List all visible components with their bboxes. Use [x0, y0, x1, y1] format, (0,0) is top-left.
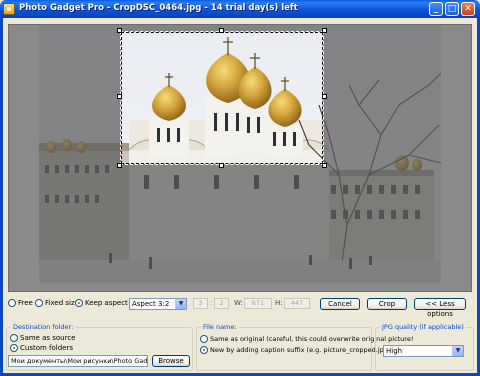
cancel-button[interactable]: Cancel	[320, 298, 360, 310]
radio-same-as-source[interactable]	[10, 334, 18, 342]
jpg-quality-select[interactable]: High ▼	[383, 345, 464, 357]
radio-keep-aspect[interactable]	[75, 299, 83, 307]
chevron-down-icon[interactable]: ▼	[175, 299, 186, 309]
width-label: W:	[234, 299, 243, 307]
crop-mode-keep-aspect[interactable]: Keep aspect	[75, 299, 128, 307]
crop-handle-top[interactable]	[219, 28, 224, 33]
destination-path-input[interactable]: Мои документы\Мои рисунки\Photo Gadget P…	[8, 355, 148, 367]
aspect-ratio-b-field: 2	[214, 298, 229, 309]
radio-free[interactable]	[8, 299, 16, 307]
radio-same-as-original[interactable]	[200, 335, 208, 343]
minimize-icon: _	[433, 4, 439, 14]
jpg-quality-title: JPG quality (if applicable)	[380, 323, 466, 331]
dest-custom-folders[interactable]: Custom folders	[10, 344, 73, 352]
browse-button[interactable]: Browse	[152, 355, 190, 367]
file-new-by-suffix[interactable]: New by adding caption suffix (e.g. pictu…	[200, 346, 390, 354]
close-icon: ✕	[464, 4, 472, 14]
window-border-left	[0, 18, 3, 376]
crop-handle-top-right[interactable]	[322, 28, 327, 33]
maximize-button[interactable]: □	[445, 2, 459, 16]
dest-same-as-source[interactable]: Same as source	[10, 334, 76, 342]
close-button[interactable]: ✕	[461, 2, 475, 16]
minimize-button[interactable]: _	[429, 2, 443, 16]
less-options-button[interactable]: << Less options	[414, 298, 466, 318]
crop-handle-bottom[interactable]	[219, 163, 224, 168]
chevron-down-icon[interactable]: ▼	[452, 346, 463, 356]
crop-handle-right[interactable]	[322, 94, 327, 99]
destination-folder-title: Destination folder:	[11, 323, 76, 331]
crop-handle-top-left[interactable]	[117, 28, 122, 33]
height-field: 447	[284, 298, 310, 309]
crop-handle-bottom-left[interactable]	[117, 163, 122, 168]
crop-selection[interactable]	[117, 28, 327, 168]
maximize-icon: □	[447, 4, 457, 14]
width-field: 671	[244, 298, 272, 309]
window-title: Photo Gadget Pro - CropDSC_0464.jpg - 14…	[19, 3, 298, 13]
ratio-colon: :	[210, 299, 213, 307]
crop-mode-fixed-size[interactable]: Fixed size	[35, 299, 79, 307]
radio-custom-folders[interactable]	[10, 344, 18, 352]
aspect-ratio-a-field: 3	[193, 298, 208, 309]
crop-handle-left[interactable]	[117, 94, 122, 99]
crop-mode-free[interactable]: Free	[8, 299, 33, 307]
crop-handle-bottom-right[interactable]	[322, 163, 327, 168]
image-canvas[interactable]	[8, 24, 472, 292]
app-icon[interactable]	[3, 3, 15, 15]
crop-button[interactable]: Crop	[367, 298, 407, 310]
aspect-select[interactable]: Aspect 3:2 ▼	[129, 298, 187, 310]
height-label: H:	[275, 299, 283, 307]
radio-fixed-size[interactable]	[35, 299, 43, 307]
title-bar[interactable]: Photo Gadget Pro - CropDSC_0464.jpg - 14…	[0, 0, 480, 18]
radio-new-by-suffix[interactable]	[200, 346, 208, 354]
file-name-title: File name:	[201, 323, 239, 331]
